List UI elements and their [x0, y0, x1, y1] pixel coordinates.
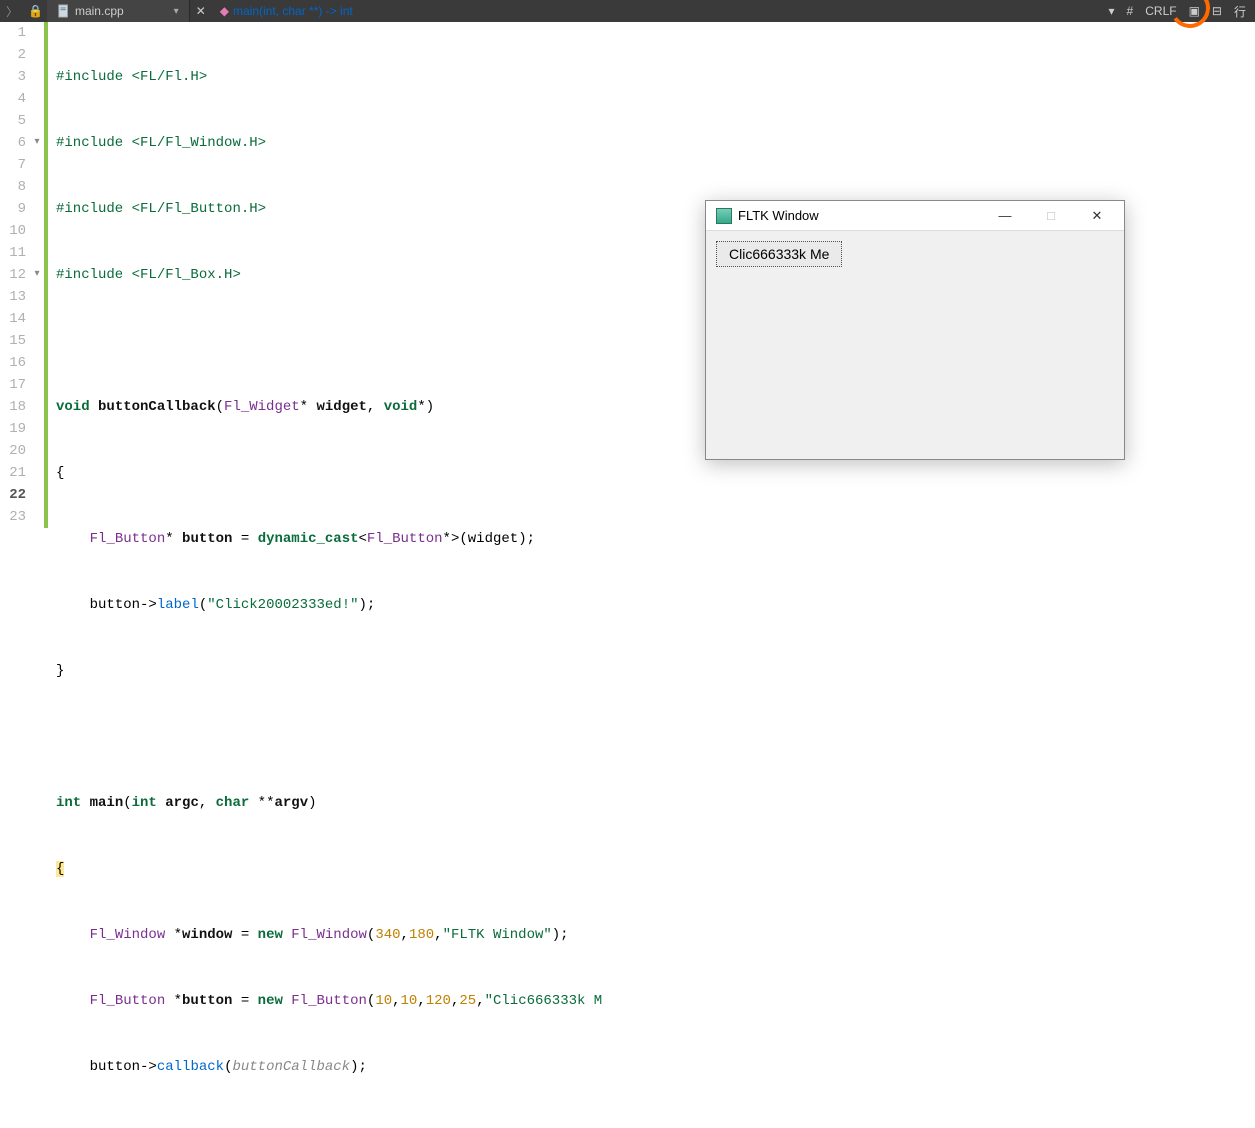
app-window-body: Clic666333k Me [706, 231, 1124, 277]
line-number[interactable]: 17 [0, 374, 26, 396]
app-titlebar[interactable]: FLTK Window — □ ✕ [706, 201, 1124, 231]
editor-topbar: 〉 🔒 main.cpp ▾ ✕ ◆ main(int, char **) ->… [0, 0, 1255, 22]
function-signature: main(int, char **) -> int [233, 4, 353, 18]
line-number[interactable]: 16 [0, 352, 26, 374]
code-line: Fl_Button* button = dynamic_cast<Fl_Butt… [56, 528, 1255, 550]
file-tab[interactable]: main.cpp ▾ [47, 0, 190, 22]
line-number[interactable]: 5 [0, 110, 26, 132]
app-window-title: FLTK Window [738, 208, 819, 223]
line-number[interactable]: 18 [0, 396, 26, 418]
fold-toggle-icon[interactable]: ▾ [30, 132, 44, 154]
app-window-icon [716, 208, 732, 224]
cjk-indicator: 行 [1231, 3, 1249, 20]
line-number[interactable]: 21 [0, 462, 26, 484]
line-number[interactable]: 6 [0, 132, 26, 154]
topbar-right-controls: ▾ # CRLF ▣ ⊟ 行 [1106, 3, 1255, 20]
nav-back-icon[interactable]: 〉 [0, 3, 24, 20]
lock-icon: 🔒 [24, 4, 47, 18]
line-number[interactable]: 12 [0, 264, 26, 286]
code-line: Fl_Window *window = new Fl_Window(340,18… [56, 924, 1255, 946]
tab-close-icon[interactable]: ✕ [190, 4, 212, 18]
line-number[interactable]: 13 [0, 286, 26, 308]
line-number[interactable]: 2 [0, 44, 26, 66]
tab-dropdown-icon[interactable]: ▾ [174, 6, 179, 17]
line-number[interactable]: 23 [0, 506, 26, 528]
code-line: button->callback(buttonCallback); [56, 1056, 1255, 1078]
line-number[interactable]: 14 [0, 308, 26, 330]
line-number[interactable]: 8 [0, 176, 26, 198]
close-button[interactable]: ✕ [1074, 201, 1120, 231]
code-line: } [56, 660, 1255, 682]
line-number[interactable]: 4 [0, 88, 26, 110]
code-line: int main(int argc, char **argv) [56, 792, 1255, 814]
code-line: { [56, 858, 1255, 880]
fltk-app-window[interactable]: FLTK Window — □ ✕ Clic666333k Me [705, 200, 1125, 460]
line-number[interactable]: 15 [0, 330, 26, 352]
hash-indicator[interactable]: # [1124, 4, 1137, 18]
function-icon: ◆ [220, 4, 229, 18]
fold-column: ▾ ▾ [30, 22, 44, 564]
line-number[interactable]: 11 [0, 242, 26, 264]
line-number[interactable]: 9 [0, 198, 26, 220]
layout-icon[interactable]: ▣ [1186, 4, 1203, 18]
code-line: #include <FL/Fl_Window.H> [56, 132, 1255, 154]
line-number[interactable]: 10 [0, 220, 26, 242]
line-number-active[interactable]: 22 [0, 484, 26, 506]
line-number-gutter[interactable]: 1 2 3 4 5 6 7 8 9 10 11 12 13 14 15 16 1… [0, 22, 30, 564]
line-number[interactable]: 7 [0, 154, 26, 176]
code-line: #include <FL/Fl.H> [56, 66, 1255, 88]
code-line [56, 1122, 1255, 1128]
line-number[interactable]: 3 [0, 66, 26, 88]
fltk-button[interactable]: Clic666333k Me [716, 241, 842, 267]
topbar-dropdown-icon[interactable]: ▾ [1106, 4, 1118, 18]
code-line: button->label("Click20002333ed!"); [56, 594, 1255, 616]
maximize-button[interactable]: □ [1028, 201, 1074, 231]
line-ending-indicator[interactable]: CRLF [1142, 4, 1179, 18]
file-tab-label: main.cpp [75, 4, 124, 18]
function-breadcrumb[interactable]: ◆ main(int, char **) -> int [212, 4, 361, 18]
fold-toggle-icon[interactable]: ▾ [30, 264, 44, 286]
code-line: Fl_Button *button = new Fl_Button(10,10,… [56, 990, 1255, 1012]
code-line [56, 726, 1255, 748]
line-number[interactable]: 20 [0, 440, 26, 462]
cpp-file-icon [57, 4, 71, 18]
line-number[interactable]: 1 [0, 22, 26, 44]
minimize-button[interactable]: — [982, 201, 1028, 231]
split-icon[interactable]: ⊟ [1209, 4, 1225, 18]
line-number[interactable]: 19 [0, 418, 26, 440]
code-line: { [56, 462, 1255, 484]
